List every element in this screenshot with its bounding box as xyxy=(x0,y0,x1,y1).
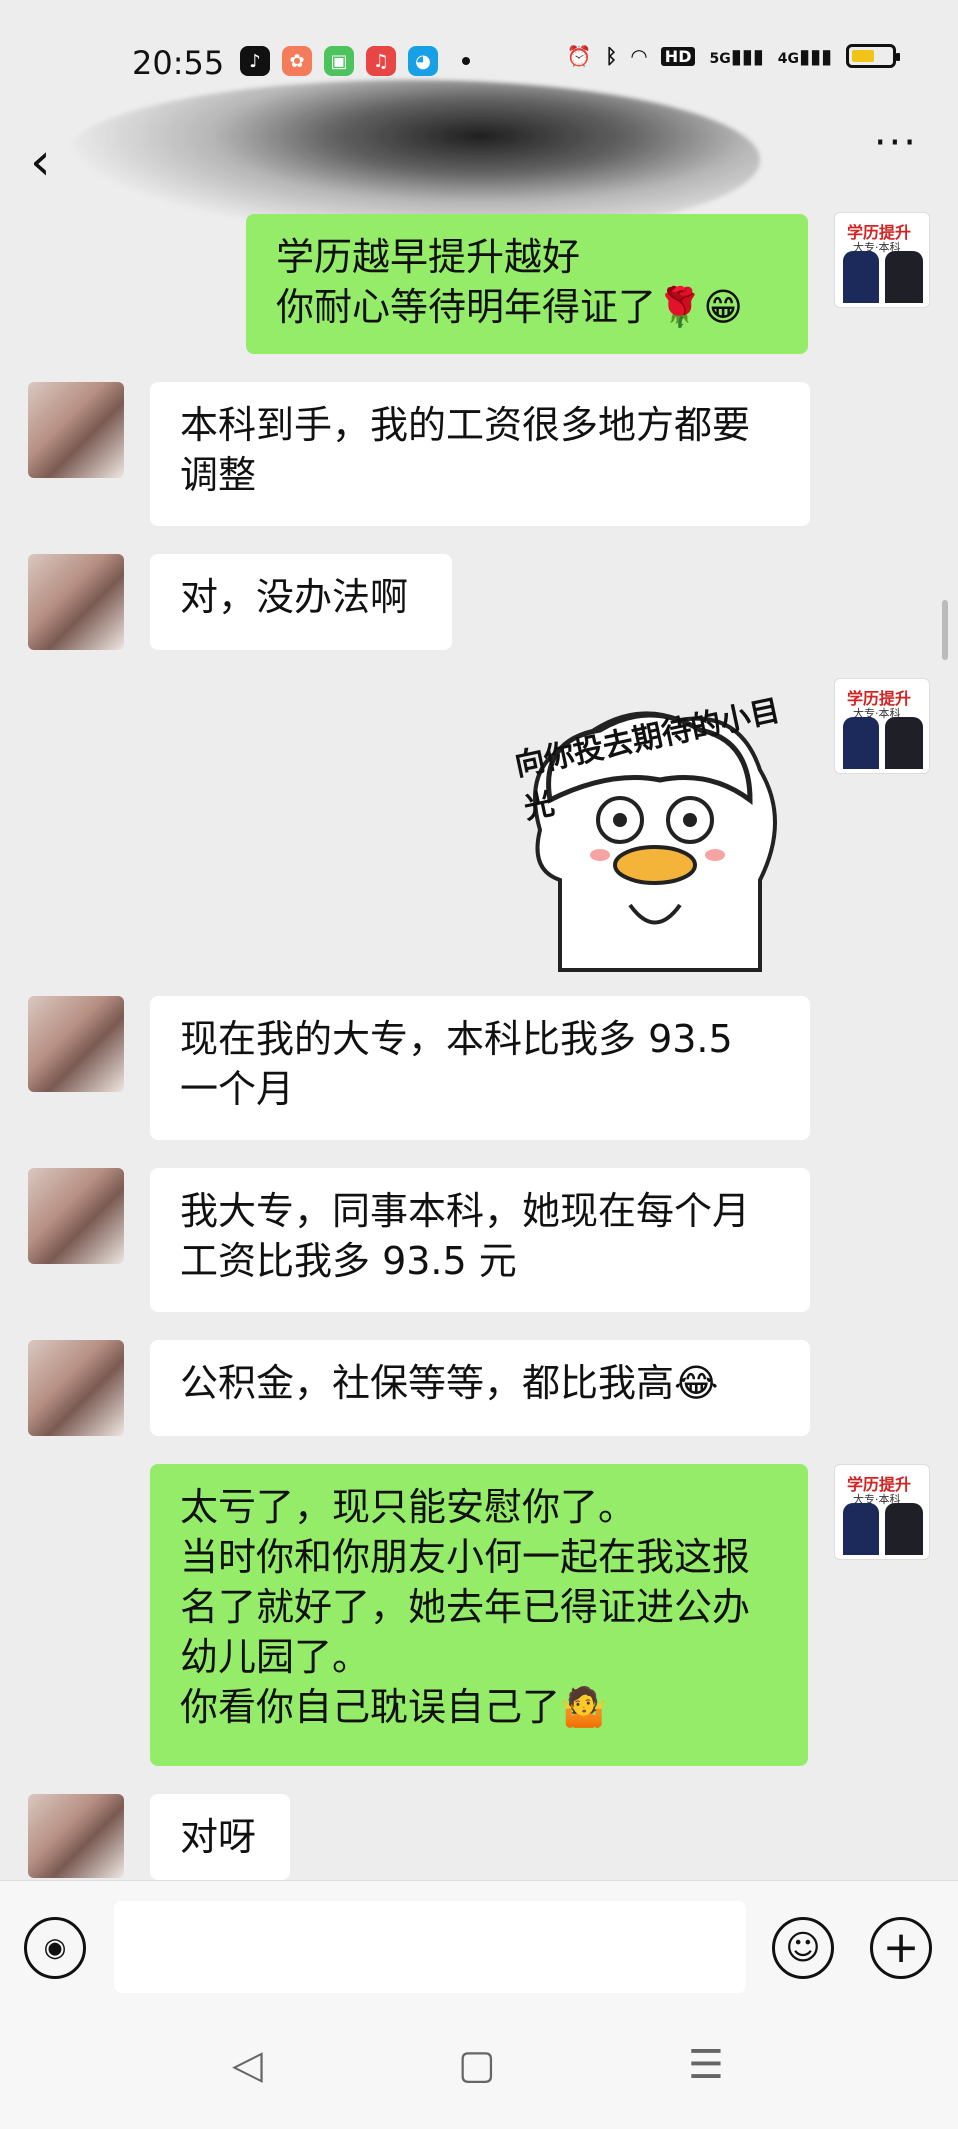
message-bubble[interactable]: 太亏了，现只能安慰你了。 当时你和你朋友小何一起在我这报 名了就好了，她去年已得… xyxy=(150,1464,808,1766)
hd-icon: HD xyxy=(660,46,696,66)
input-bar: ◉ ☺ + xyxy=(0,1880,958,2009)
message-bubble[interactable]: 学历越早提升越好 你耐心等待明年得证了🌹😁 xyxy=(246,214,808,354)
music-icon: ♫ xyxy=(366,46,396,76)
more-actions-button[interactable]: + xyxy=(870,1917,932,1979)
nav-back-button[interactable]: ◁ xyxy=(232,2042,263,2088)
alarm-icon: ⏰ xyxy=(566,44,592,68)
signal-4g-icon: 4G▮▮▮ xyxy=(777,44,832,68)
voice-input-button[interactable]: ◉ xyxy=(24,1917,86,1979)
avatar[interactable] xyxy=(28,1168,124,1264)
signal-5g-icon: 5G▮▮▮ xyxy=(709,44,764,68)
wifi-icon: ◠ xyxy=(631,44,647,68)
message-bubble[interactable]: 我大专，同事本科，她现在每个月 工资比我多 93.5 元 xyxy=(150,1168,810,1312)
emoji-button[interactable]: ☺ xyxy=(772,1917,834,1979)
nav-menu-button[interactable]: ☰ xyxy=(688,2042,724,2088)
notification-icons: ♪ ✿ ▣ ♫ ◕ xyxy=(240,46,470,76)
voice-icon: ◉ xyxy=(43,1933,67,1963)
message-bubble[interactable]: 现在我的大专，本科比我多 93.5 一个月 xyxy=(150,996,810,1140)
message-bubble[interactable]: 本科到手，我的工资很多地方都要 调整 xyxy=(150,382,810,526)
system-nav-bar: ◁ ▢ ☰ xyxy=(0,2008,958,2129)
status-time: 20:55 xyxy=(132,44,225,82)
message-bubble[interactable]: 对，没办法啊 xyxy=(150,554,452,650)
avatar[interactable]: 学历提升 大专·本科 xyxy=(834,678,930,774)
smiley-icon: ☺ xyxy=(785,1928,821,1968)
nav-home-button[interactable]: ▢ xyxy=(458,2042,496,2088)
message-bubble[interactable]: 公积金，社保等等，都比我高😂 xyxy=(150,1340,810,1436)
plus-icon: + xyxy=(882,1922,920,1973)
bluetooth-icon: ᛒ xyxy=(605,44,618,68)
avatar[interactable] xyxy=(28,996,124,1092)
avatar[interactable] xyxy=(28,382,124,478)
back-button[interactable]: ‹ xyxy=(30,132,51,192)
more-button[interactable]: ··· xyxy=(874,120,918,166)
tiktok-icon: ♪ xyxy=(240,46,270,76)
system-icons: ⏰ ᛒ ◠ HD 5G▮▮▮ 4G▮▮▮ xyxy=(566,44,900,68)
avatar[interactable]: 学历提升 大专·本科 xyxy=(834,1464,930,1560)
app-icon-orange: ✿ xyxy=(282,46,312,76)
message-input[interactable] xyxy=(114,1901,746,1993)
scrollbar[interactable] xyxy=(942,600,948,660)
avatar[interactable]: 学历提升 大专·本科 xyxy=(834,212,930,308)
signal-4g-label: 4G xyxy=(777,51,799,67)
more-notifications-icon xyxy=(462,57,470,65)
battery-icon xyxy=(846,44,900,68)
avatar[interactable] xyxy=(28,1794,124,1878)
avatar[interactable] xyxy=(28,1340,124,1436)
message-bubble[interactable]: 对呀 xyxy=(150,1794,290,1880)
app-icon-green: ▣ xyxy=(324,46,354,76)
signal-5g-label: 5G xyxy=(709,51,731,67)
avatar[interactable] xyxy=(28,554,124,650)
qq-icon: ◕ xyxy=(408,46,438,76)
duck-sticker[interactable]: 向你投去期待的小目光 xyxy=(510,680,810,980)
